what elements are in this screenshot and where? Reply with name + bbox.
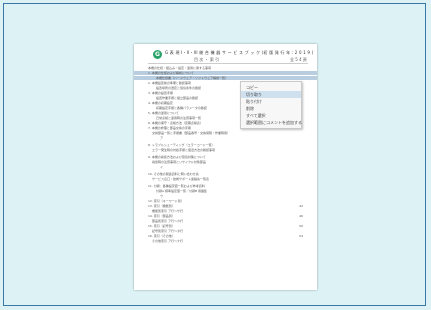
- selected-text-line[interactable]: 本機仕様書（ハードウェア・ソフトウェア構成一覧）: [134, 76, 317, 80]
- line-text: サービス窓口・技術サポート連絡先一覧表: [152, 177, 210, 181]
- line-text: 記号別索引 ア行〜タ行: [152, 229, 183, 233]
- line-text: 7. 本機の修理と部品交換の手順: [148, 126, 191, 130]
- text-line[interactable]: 本機の仕様・組込み・設定・運用に関する事項: [134, 66, 317, 70]
- line-text: 11. 付録：各種設定値一覧および参考資料: [148, 184, 205, 188]
- context-menu: コピー 切り取り 貼り付け 削除 すべて選択 選択範囲にコメントを追加する: [240, 81, 302, 129]
- line-text: 設置場所の選定と環境条件の確認: [156, 86, 202, 90]
- line-text: 4. 本機の初期設定: [148, 101, 173, 105]
- line-text: 14. 索引（部品別）: [148, 214, 175, 218]
- line-text: 10. その他の関連資料と問い合わせ先: [148, 172, 199, 176]
- line-text: 1. 本機の仕様および構成について: [148, 71, 194, 75]
- line-text: 13. 索引（機能別）: [148, 204, 175, 208]
- text-line[interactable]: 機能別索引 ア行〜サ行: [134, 209, 317, 213]
- selected-text-line[interactable]: 1. 本機の仕様および構成について: [134, 71, 317, 75]
- text-line[interactable]: 14. 索引（部品別） 46: [134, 214, 317, 218]
- line-text: 付録A 標準設定値一覧／付録B 用語集: [156, 189, 208, 193]
- text-line[interactable]: 15. 索引（記号別） 50: [134, 224, 317, 228]
- line-text: 9. 本機の廃棄方法および環境対策について: [148, 155, 206, 159]
- page-number: 50: [299, 224, 303, 228]
- line-text: 15. 索引（記号別）: [148, 224, 175, 228]
- page-number: 54: [299, 234, 303, 238]
- text-line[interactable]: 付録A 標準設定値一覧／付録B 用語集: [134, 189, 317, 193]
- line-text: エラー発生時の対処手順と復旧方法の確認事項: [152, 148, 216, 152]
- app-frame: G G 表 現 I・II・III 総 合 機 器 サ ー ビ ス ブ ッ ク (…: [3, 3, 426, 306]
- text-line[interactable]: 廃棄時の注意事項とリサイクル対象部品: [134, 160, 317, 164]
- text-line[interactable]: 12. 索引（キーワード別）: [134, 199, 317, 203]
- context-menu-item[interactable]: 切り取り: [241, 91, 301, 98]
- text-line[interactable]: エラー発生時の対処手順と復旧方法の確認事項: [134, 148, 317, 152]
- text-line[interactable]: 交換部品一覧と手順書（部品番号・交換間隔・作業時間）: [134, 131, 317, 135]
- line-text: 本機仕様書（ハードウェア・ソフトウェア構成一覧）: [156, 76, 229, 80]
- text-line[interactable]: 記号別索引 ア行〜タ行: [134, 229, 317, 233]
- text-line[interactable]: その他索引 ア行〜ナ行: [134, 239, 317, 243]
- line-text: 設置作業手順と組立部品の確認: [156, 96, 199, 100]
- text-line[interactable]: 10. その他の関連資料と問い合わせ先: [134, 172, 317, 176]
- line-text: 12. 索引（キーワード別）: [148, 199, 184, 203]
- text-line[interactable]: 11. 付録：各種設定値一覧および参考資料: [134, 184, 317, 188]
- line-text: 6. 本機の保守・点検方法（定期点検表）: [148, 121, 203, 125]
- line-text: イ: [160, 165, 164, 169]
- line-text: 機能別索引 ア行〜サ行: [152, 209, 183, 213]
- page-number: 46: [299, 214, 303, 218]
- line-text: 5. 本機の運用について: [148, 111, 179, 115]
- context-menu-item[interactable]: 選択範囲にコメントを追加する: [241, 119, 302, 126]
- text-line[interactable]: 部品別索引 ア行〜カ行: [134, 219, 317, 223]
- logo-icon: G: [153, 50, 162, 59]
- text-line[interactable]: ウ: [134, 194, 317, 198]
- line-text: 3. 本機の設置手順: [148, 91, 173, 95]
- line-text: ウ: [160, 194, 164, 198]
- text-line[interactable]: ア: [134, 136, 317, 140]
- text-line[interactable]: 8. トラブルシューティング（エラーコード一覧）: [134, 143, 317, 147]
- line-text: 廃棄時の注意事項とリサイクル対象部品: [152, 160, 206, 164]
- line-text: 初期設定手順と各種パラメータの確認: [156, 106, 207, 110]
- text-line[interactable]: 13. 索引（機能別） 42: [134, 204, 317, 208]
- line-text: 日常点検と運用時の注意事項一覧: [156, 116, 202, 120]
- line-text: ア: [160, 136, 164, 140]
- page-number: 42: [299, 204, 303, 208]
- text-line[interactable]: サービス窓口・技術サポート連絡先一覧表: [134, 177, 317, 181]
- line-text: 16. 索引（その他）: [148, 234, 175, 238]
- context-menu-item[interactable]: コピー: [241, 84, 301, 91]
- line-text: 部品別索引 ア行〜カ行: [152, 219, 183, 223]
- document-title: G 表 現 I・II・III 総 合 機 器 サ ー ビ ス ブ ッ ク (初 …: [165, 50, 314, 55]
- text-line[interactable]: 16. 索引（その他） 54: [134, 234, 317, 238]
- line-text: 本機の仕様・組込み・設定・運用に関する事項: [148, 66, 212, 70]
- line-text: 8. トラブルシューティング（エラーコード一覧）: [148, 143, 215, 147]
- text-line[interactable]: イ: [134, 165, 317, 169]
- context-menu-item[interactable]: すべて選択: [241, 112, 301, 119]
- context-menu-item[interactable]: 削除: [241, 105, 301, 112]
- line-text: その他索引 ア行〜ナ行: [152, 239, 183, 243]
- text-line[interactable]: 9. 本機の廃棄方法および環境対策について: [134, 155, 317, 159]
- line-text: 2. 本機設置前の準備と確認事項: [148, 81, 191, 85]
- header-divider: [148, 63, 308, 64]
- context-menu-item[interactable]: 貼り付け: [241, 98, 301, 105]
- line-text: 交換部品一覧と手順書（部品番号・交換間隔・作業時間）: [152, 131, 231, 135]
